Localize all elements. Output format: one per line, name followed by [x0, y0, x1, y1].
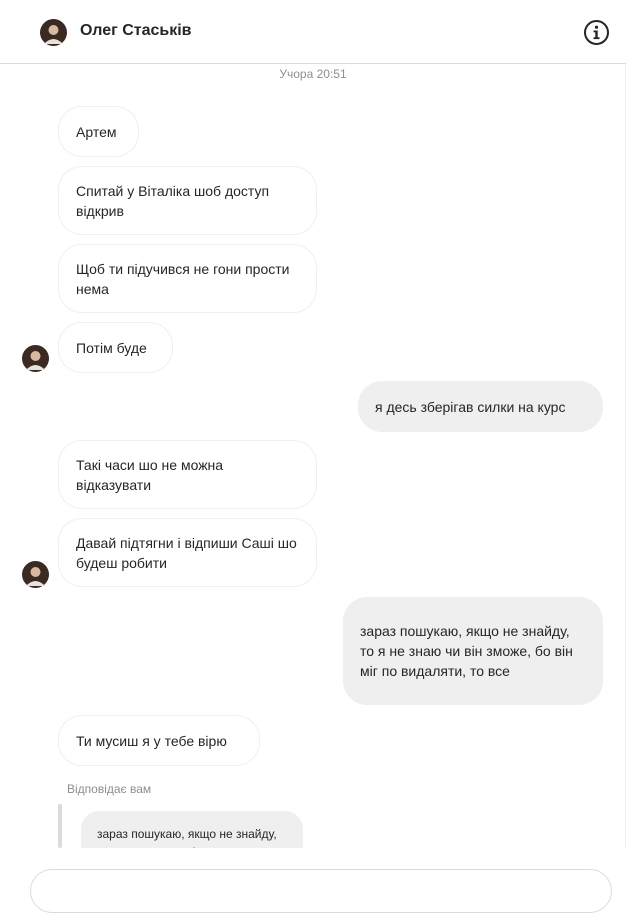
quoted-text: зараз пошукаю, якщо не знайду, то я не з… [97, 827, 277, 848]
contact-avatar[interactable] [40, 19, 67, 46]
info-icon[interactable] [583, 19, 610, 46]
message-incoming[interactable]: Давай підтягни і відпиши Саші шо будеш р… [58, 518, 317, 587]
message-text: я десь зберігав силки на курс [375, 398, 566, 415]
message-timestamp: Учора 20:51 [279, 67, 347, 81]
message-incoming[interactable]: Такі часи шо не можна відказувати [58, 440, 317, 509]
message-text: Артем [76, 123, 117, 140]
message-incoming[interactable]: Ти мусиш я у тебе вірю [58, 715, 260, 766]
message-text: зараз пошукаю, якщо не знайду, то я не з… [360, 623, 573, 679]
message-text: Такі часи шо не можна відказувати [76, 456, 224, 493]
message-outgoing[interactable]: я десь зберігав силки на курс [358, 381, 603, 432]
contact-name[interactable]: Олег Стаськів [80, 22, 192, 40]
quoted-message[interactable]: зараз пошукаю, якщо не знайду, то я не з… [81, 811, 303, 848]
sender-avatar[interactable] [22, 561, 49, 588]
message-incoming[interactable]: Щоб ти підучився не гони прости нема [58, 244, 317, 313]
message-incoming[interactable]: Артем [58, 106, 139, 157]
reply-indicator-bar [58, 804, 62, 848]
message-text: Потім буде [76, 339, 147, 356]
message-input[interactable] [30, 869, 612, 913]
message-outgoing[interactable]: зараз пошукаю, якщо не знайду, то я не з… [343, 597, 603, 705]
message-text: Ти мусиш я у тебе вірю [76, 732, 227, 749]
message-incoming[interactable]: Потім буде [58, 322, 173, 373]
chat-header: Олег Стаськів [0, 0, 626, 64]
message-text: Давай підтягни і відпиши Саші шо будеш р… [76, 534, 297, 571]
reply-label: Відповідає вам [67, 782, 152, 796]
message-text: Щоб ти підучився не гони прости нема [76, 260, 290, 297]
message-text: Спитай у Віталіка шоб доступ відкрив [76, 182, 270, 219]
message-incoming[interactable]: Спитай у Віталіка шоб доступ відкрив [58, 166, 317, 235]
sender-avatar[interactable] [22, 345, 49, 372]
